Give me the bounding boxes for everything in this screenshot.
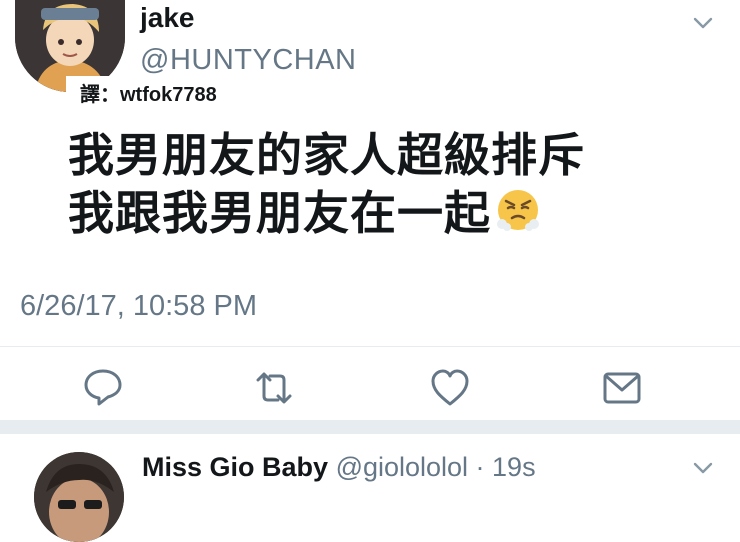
heart-icon[interactable] xyxy=(428,366,472,410)
chevron-down-icon[interactable] xyxy=(693,16,713,30)
steam-face-emoji-icon xyxy=(495,187,541,233)
envelope-icon[interactable] xyxy=(600,366,644,410)
tweet-text-line: 我跟我男朋友在一起 xyxy=(68,186,491,240)
tweet-text: 我男朋友的家人超級排斥 我跟我男朋友在一起 xyxy=(68,126,585,242)
tweet-text-line: 我男朋友的家人超級排斥 xyxy=(68,128,585,182)
tweet-separator xyxy=(0,420,740,434)
display-name[interactable]: jake xyxy=(140,2,195,34)
translator-credit: 譯：wtfok7788 xyxy=(66,76,231,114)
reply-avatar[interactable] xyxy=(34,452,124,542)
retweet-icon[interactable] xyxy=(252,366,296,410)
user-handle[interactable]: @HUNTYCHAN xyxy=(140,44,357,77)
divider xyxy=(0,346,740,347)
reply-handle-time[interactable]: @giolololol · 19s xyxy=(336,452,536,482)
tweet-text-line-2: 我跟我男朋友在一起 xyxy=(68,184,585,242)
reply-header: Miss Gio Baby @giolololol · 19s xyxy=(142,452,536,483)
chevron-down-icon[interactable] xyxy=(693,461,713,475)
reply-avatar-image xyxy=(34,452,124,542)
reply-icon[interactable] xyxy=(81,365,125,409)
reply-display-name[interactable]: Miss Gio Baby xyxy=(142,452,328,482)
tweet-timestamp[interactable]: 6/26/17, 10:58 PM xyxy=(20,290,257,323)
